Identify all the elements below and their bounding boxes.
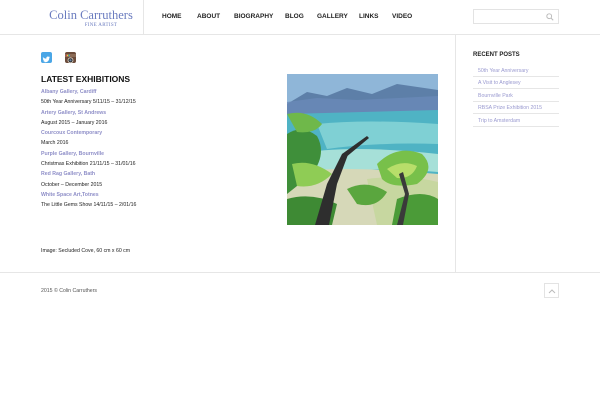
- sidebar-divider: [455, 35, 456, 272]
- recent-post-link[interactable]: RBSA Prize Exhibition 2015: [473, 102, 559, 114]
- search-input[interactable]: [474, 15, 544, 29]
- site-logo[interactable]: Colin Carruthers FINE ARTIST: [41, 8, 141, 29]
- search-icon[interactable]: [546, 13, 554, 21]
- nav-video[interactable]: VIDEO: [392, 13, 422, 20]
- recent-posts-title: RECENT POSTS: [473, 52, 520, 58]
- header-divider: [143, 0, 144, 35]
- search-box: [473, 9, 559, 29]
- artwork-caption: Image: Secluded Cove, 60 cm x 60 cm: [41, 248, 131, 254]
- nav-links[interactable]: LINKS: [359, 13, 392, 20]
- artwork-image: [287, 74, 438, 225]
- nav-gallery[interactable]: GALLERY: [317, 13, 359, 20]
- recent-post-link[interactable]: 50th Year Anniversary: [473, 64, 559, 77]
- logo-name: Colin Carruthers: [49, 8, 133, 22]
- instagram-icon[interactable]: [65, 52, 76, 64]
- site-header: Colin Carruthers FINE ARTIST HOME ABOUT …: [0, 0, 600, 35]
- twitter-icon[interactable]: [41, 52, 52, 63]
- nav-home[interactable]: HOME: [162, 13, 197, 20]
- logo-subtitle: FINE ARTIST: [84, 23, 118, 28]
- recent-post-link[interactable]: Bournville Park: [473, 89, 559, 102]
- recent-post-link[interactable]: Trip to Amsterdam: [473, 114, 559, 127]
- main-nav: HOME ABOUT BIOGRAPHY BLOG GALLERY LINKS …: [162, 13, 422, 20]
- recent-post-link[interactable]: A Visit to Anglesey: [473, 77, 559, 89]
- chevron-up-icon: [548, 289, 556, 294]
- nav-blog[interactable]: BLOG: [285, 13, 317, 20]
- recent-posts-list: 50th Year Anniversary A Visit to Anglese…: [473, 64, 559, 127]
- nav-about[interactable]: ABOUT: [197, 13, 234, 20]
- exhibition-gallery-link[interactable]: Courcoux Contemporary: [41, 131, 251, 141]
- footer-divider: [0, 272, 600, 273]
- exhibition-list: Albany Gallery, Cardiff 50th Year Annive…: [41, 89, 251, 214]
- copyright-text: 2015 © Colin Carruthers: [41, 288, 98, 294]
- section-title: LATEST EXHIBITIONS: [41, 74, 131, 84]
- back-to-top-button[interactable]: [544, 283, 559, 298]
- exhibition-detail: The Little Gems Show 14/11/15 – 2/01/16: [41, 202, 137, 209]
- nav-biography[interactable]: BIOGRAPHY: [234, 13, 285, 20]
